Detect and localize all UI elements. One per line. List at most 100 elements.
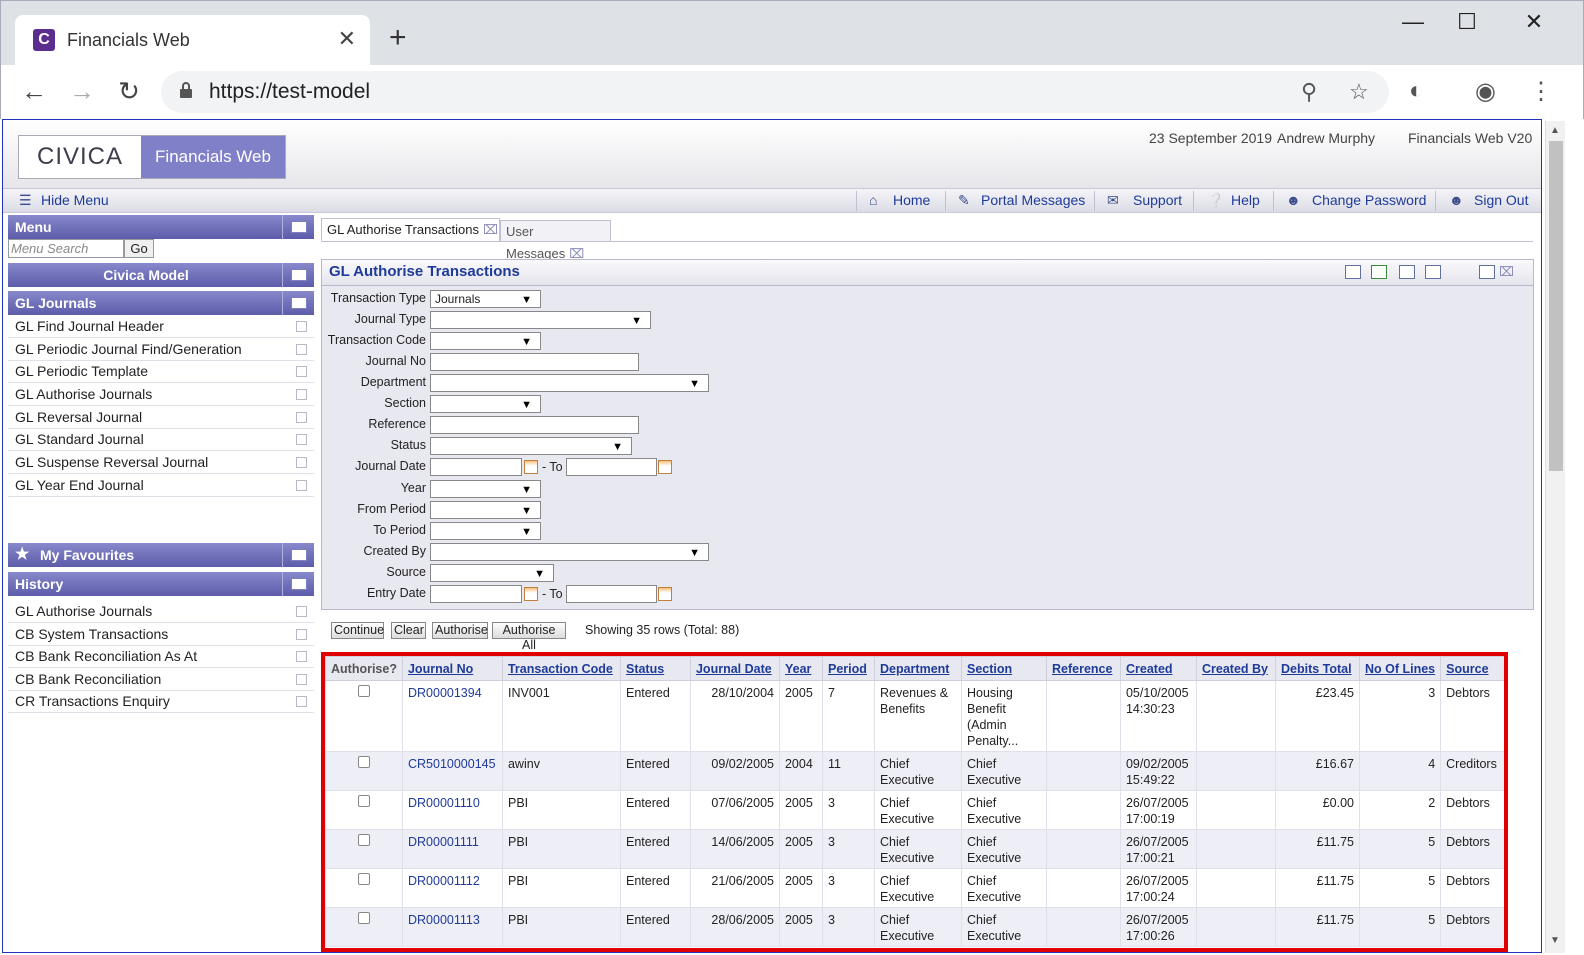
- new-tab-icon[interactable]: +: [389, 23, 407, 53]
- clear-button[interactable]: Clear: [391, 622, 426, 639]
- created-by-select[interactable]: ▼: [430, 543, 709, 561]
- open-new-icon[interactable]: [296, 674, 307, 685]
- tab-close-icon[interactable]: ✕: [338, 26, 356, 52]
- authorise-all-button[interactable]: Authorise All: [492, 622, 566, 652]
- col-status[interactable]: Status: [619, 656, 691, 681]
- sidebar-item[interactable]: GL Year End Journal: [8, 475, 314, 497]
- browser-menu-icon[interactable]: ⋮: [1529, 77, 1553, 106]
- menu-popout-icon[interactable]: [282, 215, 314, 239]
- sidebar-item[interactable]: GL Standard Journal: [8, 429, 314, 451]
- department-select[interactable]: ▼: [430, 374, 709, 392]
- status-select[interactable]: ▼: [430, 437, 632, 455]
- entry-date-from-input[interactable]: [430, 585, 522, 603]
- authorise-button[interactable]: Authorise: [432, 622, 488, 639]
- history-popout-icon[interactable]: [282, 572, 314, 596]
- calendar-icon[interactable]: [524, 460, 538, 474]
- hide-menu-link[interactable]: Hide Menu: [41, 192, 109, 208]
- section-select[interactable]: ▼: [430, 395, 541, 413]
- scrollbar-thumb[interactable]: [1549, 141, 1563, 471]
- sidebar-item[interactable]: GL Find Journal Header: [8, 316, 314, 338]
- sidebar-item[interactable]: GL Periodic Journal Find/Generation: [8, 339, 314, 361]
- entry-date-to-input[interactable]: [566, 585, 657, 603]
- open-new-icon[interactable]: [296, 629, 307, 640]
- col-created[interactable]: Created: [1119, 656, 1197, 681]
- menu-search-go-button[interactable]: Go: [124, 239, 154, 258]
- col-debits-total[interactable]: Debits Total: [1274, 656, 1360, 681]
- nav-change-password[interactable]: Change Password: [1312, 192, 1426, 208]
- authorise-checkbox[interactable]: [357, 795, 370, 807]
- source-select[interactable]: ▼: [430, 564, 554, 582]
- open-new-icon[interactable]: [296, 480, 307, 491]
- maximize-icon[interactable]: ☐: [1447, 9, 1487, 35]
- panel-popout-icon[interactable]: [1479, 265, 1495, 279]
- journal-no-link[interactable]: DR00001394: [401, 680, 503, 752]
- favourites-header[interactable]: ★ My Favourites: [8, 543, 314, 567]
- col-period[interactable]: Period: [821, 656, 875, 681]
- authorise-checkbox[interactable]: [357, 912, 370, 924]
- reference-input[interactable]: [430, 416, 639, 434]
- tab-user-messages[interactable]: User Messages ⌧: [500, 220, 611, 261]
- journal-no-link[interactable]: DR00001111: [401, 829, 503, 869]
- open-new-icon[interactable]: [296, 696, 307, 707]
- from-period-select[interactable]: ▼: [430, 501, 541, 519]
- nav-support[interactable]: Support: [1133, 192, 1182, 208]
- open-new-icon[interactable]: [296, 606, 307, 617]
- model-popout-icon[interactable]: [282, 263, 314, 287]
- sidebar-item[interactable]: GL Suspense Reversal Journal: [8, 452, 314, 474]
- transaction-type-select[interactable]: Journals ▼: [430, 290, 541, 308]
- panel-close-icon[interactable]: ⌧: [1499, 264, 1514, 280]
- col-year[interactable]: Year: [778, 656, 823, 681]
- nav-portal-messages[interactable]: Portal Messages: [981, 192, 1085, 208]
- sidebar-item[interactable]: GL Periodic Template: [8, 361, 314, 383]
- year-select[interactable]: ▼: [430, 480, 541, 498]
- print-icon[interactable]: [1345, 265, 1361, 279]
- open-new-icon[interactable]: [296, 321, 307, 332]
- window-close-icon[interactable]: ✕: [1514, 9, 1554, 35]
- gl-journals-up-icon[interactable]: [282, 291, 314, 315]
- excel-export-icon[interactable]: [1371, 265, 1387, 279]
- collapse-icon[interactable]: [1425, 265, 1441, 279]
- history-item[interactable]: CR Transactions Enquiry: [8, 691, 314, 713]
- scroll-up-icon[interactable]: ▲: [1550, 125, 1560, 136]
- col-journal-no[interactable]: Journal No: [401, 656, 503, 681]
- nav-help[interactable]: Help: [1231, 192, 1260, 208]
- col-section[interactable]: Section: [960, 656, 1047, 681]
- authorise-checkbox[interactable]: [357, 756, 370, 768]
- col-journal-date[interactable]: Journal Date: [689, 656, 780, 681]
- journal-date-from-input[interactable]: [430, 458, 522, 476]
- history-item[interactable]: CB Bank Reconciliation As At: [8, 646, 314, 668]
- journal-date-to-input[interactable]: [566, 458, 657, 476]
- col-source[interactable]: Source: [1440, 656, 1504, 681]
- open-new-icon[interactable]: [296, 412, 307, 423]
- calendar-icon[interactable]: [524, 587, 538, 601]
- page-scrollbar[interactable]: ▲ ▼: [1545, 121, 1565, 953]
- forward-icon[interactable]: →: [65, 77, 99, 105]
- nav-home[interactable]: Home: [893, 192, 930, 208]
- browser-tab[interactable]: C Financials Web ✕: [15, 15, 370, 65]
- open-new-icon[interactable]: [296, 457, 307, 468]
- profile-icon[interactable]: ◉: [1475, 77, 1496, 106]
- continue-button[interactable]: Continue: [331, 622, 384, 639]
- address-bar[interactable]: https://test-model ⚲ ☆: [161, 71, 1389, 113]
- col-created-by[interactable]: Created By: [1195, 656, 1276, 681]
- open-new-icon[interactable]: [296, 389, 307, 400]
- journal-no-link[interactable]: DR00001113: [401, 907, 503, 947]
- to-period-select[interactable]: ▼: [430, 522, 541, 540]
- open-new-icon[interactable]: [296, 651, 307, 662]
- minimize-icon[interactable]: —: [1393, 9, 1433, 35]
- history-item[interactable]: CB Bank Reconciliation: [8, 669, 314, 691]
- extension-icon[interactable]: ◐: [1409, 77, 1424, 105]
- col-no-of-lines[interactable]: No Of Lines: [1358, 656, 1442, 681]
- reload-icon[interactable]: ↻: [112, 77, 146, 105]
- journal-no-link[interactable]: DR00001112: [401, 868, 503, 908]
- sidebar-item[interactable]: GL Reversal Journal: [8, 407, 314, 429]
- history-header[interactable]: History: [8, 572, 314, 596]
- calendar-icon[interactable]: [658, 460, 672, 474]
- open-new-icon[interactable]: [296, 434, 307, 445]
- menu-search-input[interactable]: Menu Search: [8, 239, 124, 258]
- open-new-icon[interactable]: [296, 366, 307, 377]
- zoom-out-icon[interactable]: ⚲: [1301, 79, 1317, 105]
- col-department[interactable]: Department: [873, 656, 962, 681]
- bookmark-star-icon[interactable]: ☆: [1349, 79, 1369, 105]
- journal-no-link[interactable]: CR5010000145: [401, 751, 503, 791]
